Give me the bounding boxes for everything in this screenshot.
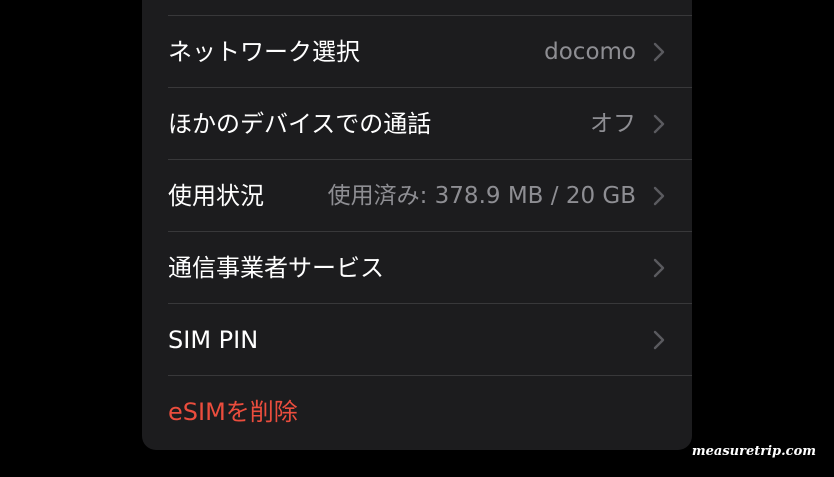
chevron-right-icon [653, 258, 665, 278]
network-selection-row[interactable]: ネットワーク選択 docomo [142, 16, 692, 88]
usage-label: 使用状況 [168, 182, 264, 210]
usage-row[interactable]: 使用状況 使用済み: 378.9 MB / 20 GB [142, 160, 692, 232]
usage-value: 使用済み: 378.9 MB / 20 GB [327, 183, 636, 209]
watermark: measuretrip.com [691, 444, 816, 459]
network-selection-value: docomo [544, 39, 636, 65]
sim-pin-label: SIM PIN [168, 326, 259, 354]
screen: ネットワーク選択 docomo ほかのデバイスでの通話 オフ 使用状況 使用済み… [0, 0, 834, 477]
network-selection-label: ネットワーク選択 [168, 38, 360, 66]
calls-on-other-devices-value: オフ [590, 111, 636, 137]
cellular-settings-group: ネットワーク選択 docomo ほかのデバイスでの通話 オフ 使用状況 使用済み… [142, 0, 692, 450]
chevron-right-icon [653, 186, 665, 206]
calls-on-other-devices-row[interactable]: ほかのデバイスでの通話 オフ [142, 88, 692, 160]
delete-esim-label: eSIMを削除 [168, 398, 298, 426]
sim-pin-row[interactable]: SIM PIN [142, 304, 692, 376]
previous-row[interactable] [142, 0, 692, 16]
chevron-right-icon [653, 42, 665, 62]
chevron-right-icon [653, 114, 665, 134]
chevron-right-icon [653, 330, 665, 350]
carrier-services-label: 通信事業者サービス [168, 254, 384, 282]
carrier-services-row[interactable]: 通信事業者サービス [142, 232, 692, 304]
delete-esim-button[interactable]: eSIMを削除 [142, 376, 692, 448]
calls-on-other-devices-label: ほかのデバイスでの通話 [168, 110, 432, 138]
